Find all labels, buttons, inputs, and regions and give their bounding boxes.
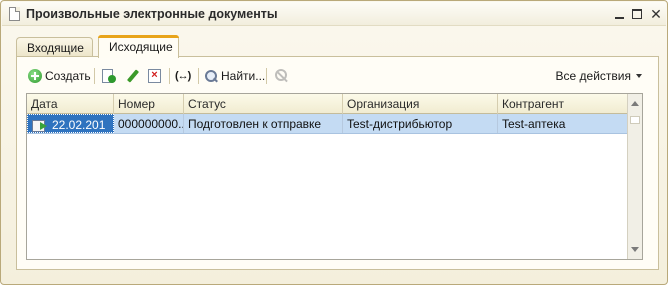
- change-range-icon: (↔): [175, 70, 191, 82]
- scroll-down-button[interactable]: [628, 242, 642, 257]
- delete-icon: ×: [148, 69, 161, 83]
- document-icon: [9, 7, 20, 21]
- chevron-down-icon: [636, 74, 642, 78]
- search-icon: [205, 69, 218, 83]
- table-row[interactable]: 22.02.201 000000000... Подготовлен к отп…: [27, 114, 629, 134]
- copy-icon: [102, 68, 116, 84]
- table-header: Дата Номер Статус Организация Контрагент: [27, 94, 629, 114]
- maximize-icon: [632, 9, 642, 19]
- window: Произвольные электронные документы ✕ Вхо…: [0, 0, 668, 285]
- create-button[interactable]: Создать: [28, 66, 91, 86]
- edit-button[interactable]: [126, 66, 140, 86]
- find-button-label: Найти...: [221, 69, 266, 83]
- cancel-search-icon: [274, 68, 289, 84]
- scroll-up-button[interactable]: [628, 96, 642, 111]
- create-icon: [28, 69, 42, 83]
- toolbar: Создать × (↔) Найти... Все действия: [26, 66, 652, 86]
- close-button[interactable]: ✕: [648, 6, 664, 22]
- scroll-thumb[interactable]: [630, 116, 640, 124]
- cell-organization[interactable]: Test-дистрибьютор: [343, 114, 498, 133]
- change-range-button[interactable]: (↔): [175, 66, 191, 86]
- outgoing-document-icon: [32, 119, 48, 132]
- vertical-scrollbar[interactable]: [627, 94, 642, 259]
- minimize-button[interactable]: [611, 6, 627, 22]
- delete-button[interactable]: ×: [148, 66, 161, 86]
- toolbar-separator: [266, 68, 267, 84]
- cancel-search-button[interactable]: [274, 66, 289, 86]
- column-header-date[interactable]: Дата: [27, 94, 114, 114]
- edit-icon: [126, 69, 140, 83]
- cell-date-value: 22.02.201: [52, 118, 106, 132]
- tab-panel: Создать × (↔) Найти... Все действия Дата…: [16, 56, 659, 270]
- minimize-icon: [614, 17, 624, 19]
- toolbar-separator: [198, 68, 199, 84]
- cell-counterparty[interactable]: Test-аптека: [498, 114, 629, 133]
- documents-table[interactable]: Дата Номер Статус Организация Контрагент…: [26, 93, 643, 260]
- tab-outgoing[interactable]: Исходящие: [98, 35, 179, 58]
- maximize-button[interactable]: [629, 6, 645, 22]
- title-bar: Произвольные электронные документы ✕: [2, 2, 666, 26]
- copy-button[interactable]: [102, 66, 116, 86]
- cell-number[interactable]: 000000000...: [114, 114, 184, 133]
- chevron-up-icon: [631, 101, 639, 106]
- cell-date[interactable]: 22.02.201: [27, 114, 114, 133]
- column-header-status[interactable]: Статус: [184, 94, 343, 114]
- tab-incoming[interactable]: Входящие: [16, 37, 93, 57]
- cell-status[interactable]: Подготовлен к отправке: [184, 114, 343, 133]
- all-actions-menu[interactable]: Все действия: [556, 66, 642, 86]
- create-button-label: Создать: [45, 69, 91, 83]
- column-header-number[interactable]: Номер: [114, 94, 184, 114]
- all-actions-label: Все действия: [555, 69, 631, 83]
- toolbar-separator: [169, 68, 170, 84]
- toolbar-separator: [94, 68, 95, 84]
- chevron-down-icon: [631, 247, 639, 252]
- column-header-counterparty[interactable]: Контрагент: [498, 94, 629, 114]
- column-header-organization[interactable]: Организация: [343, 94, 498, 114]
- window-title: Произвольные электронные документы: [26, 7, 278, 21]
- find-button[interactable]: Найти...: [205, 66, 265, 86]
